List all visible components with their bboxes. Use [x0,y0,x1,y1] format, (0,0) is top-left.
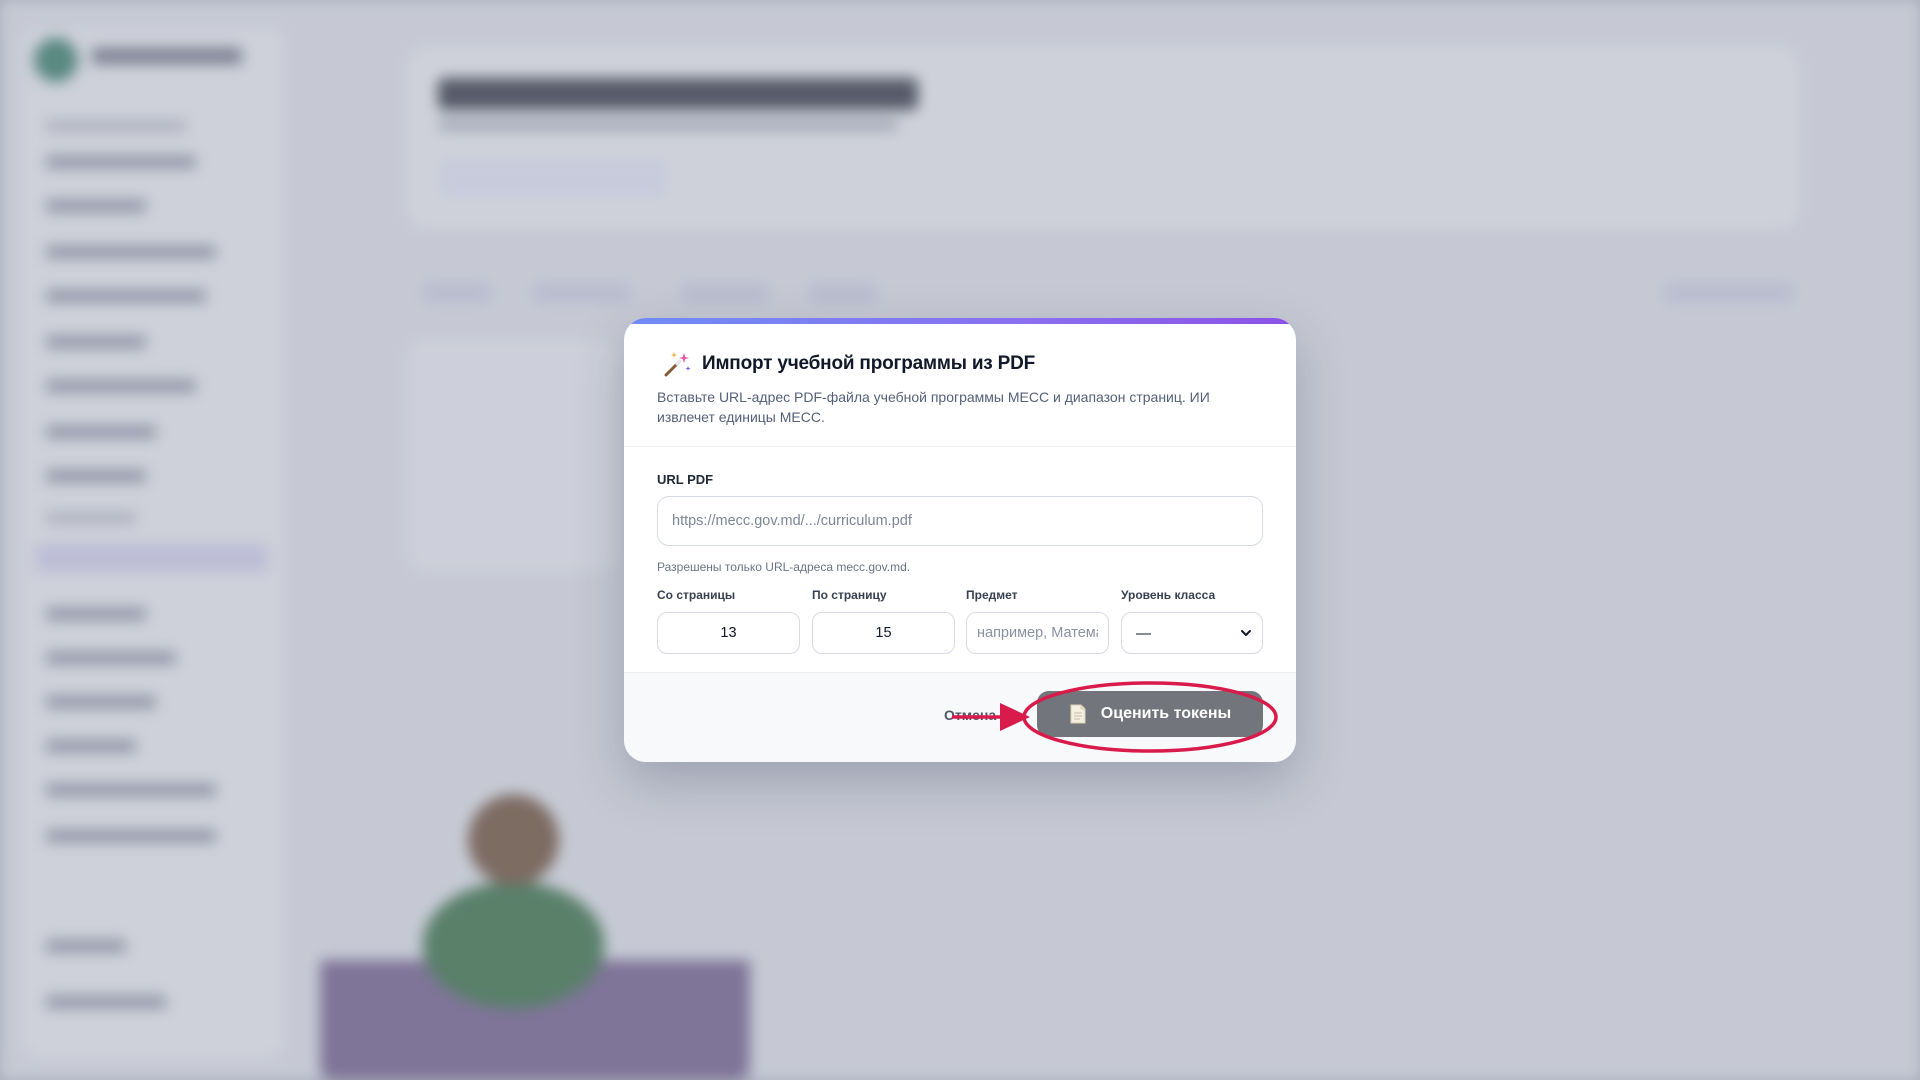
url-hint: Разрешены только URL-адреса mecc.gov.md. [657,560,911,574]
divider [624,446,1296,447]
subject-input[interactable] [966,612,1109,654]
to-page-input[interactable] [812,612,955,654]
dialog-title-row: Импорт учебной программы из PDF [662,350,1035,378]
to-page-label: По страницу [812,588,887,602]
grade-select[interactable]: — [1121,612,1263,654]
grade-label: Уровень класса [1121,588,1216,602]
estimate-tokens-button[interactable]: Оценить токены [1037,691,1263,737]
dialog-description: Вставьте URL-адрес PDF-файла учебной про… [657,389,1210,425]
pdf-url-input[interactable] [657,496,1263,546]
magic-wand-icon [664,352,691,377]
from-page-label: Со страницы [657,588,736,602]
chevron-down-icon [1241,630,1251,636]
estimate-tokens-label: Оценить токены [1100,705,1232,722]
subject-label: Предмет [966,588,1018,602]
import-pdf-dialog: Импорт учебной программы из PDF Вставьте… [624,318,1296,762]
from-page-input[interactable] [657,612,800,654]
dialog-title: Импорт учебной программы из PDF [702,353,1036,374]
dialog-footer: Отмена Оценить токены [624,672,1296,762]
url-label: URL PDF [657,472,714,487]
document-icon [1070,704,1086,724]
cancel-button[interactable]: Отмена [944,707,996,723]
grade-select-value: — [1136,624,1151,642]
